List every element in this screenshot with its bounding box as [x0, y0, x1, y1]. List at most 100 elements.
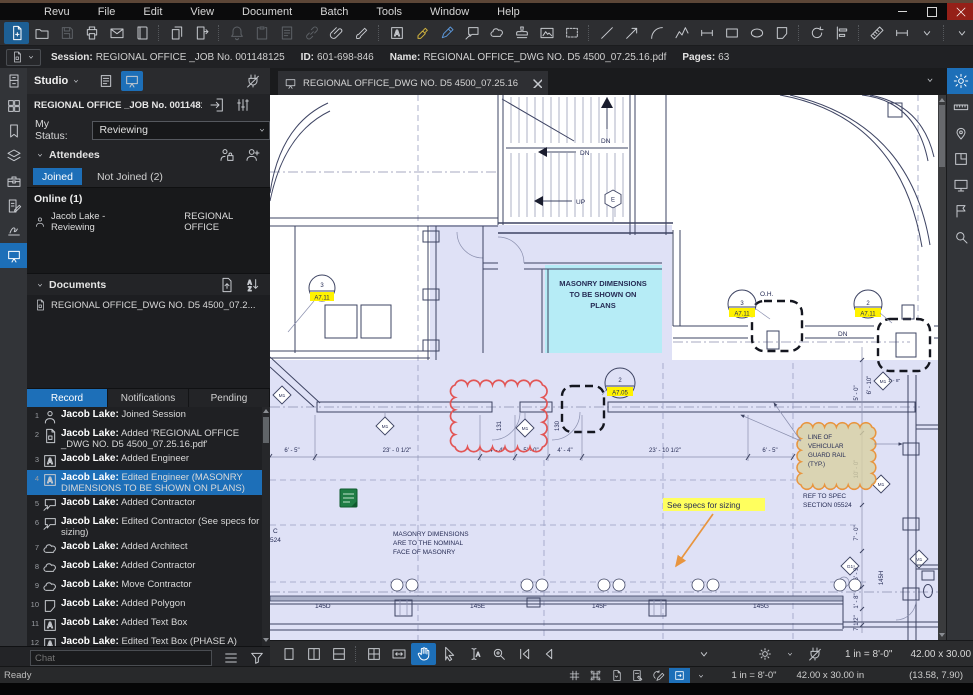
snap-angle-button[interactable]	[648, 668, 669, 683]
split-horizontal-button[interactable]	[326, 643, 351, 665]
arc-tool[interactable]	[644, 22, 669, 44]
minimize-button[interactable]	[887, 3, 917, 20]
record-row[interactable]: 3 Jacob Lake: Added Engineer	[27, 451, 262, 470]
note-markup[interactable]	[340, 489, 357, 507]
chat-input[interactable]	[30, 650, 212, 666]
menu-window[interactable]: Window	[416, 6, 483, 18]
toolbar-overflow-button[interactable]	[949, 22, 973, 44]
reuse-markup-button[interactable]	[669, 668, 690, 683]
print-button[interactable]	[79, 22, 104, 44]
menu-batch[interactable]: Batch	[306, 6, 362, 18]
viewer-page-size[interactable]: 42.00 x 30.00 in	[910, 649, 973, 660]
document-tab[interactable]: REGIONAL OFFICE_DWG NO. D5 4500_07.25.16	[278, 71, 548, 95]
single-page-button[interactable]	[276, 643, 301, 665]
tab-joined[interactable]: Joined	[33, 168, 82, 185]
toolbar-expand-button[interactable]	[914, 22, 939, 44]
attendee-row[interactable]: Jacob Lake - Reviewing REGIONAL OFFICE	[34, 211, 270, 233]
tab-list-button[interactable]	[924, 74, 936, 86]
viewer-vscrollbar[interactable]	[938, 95, 946, 640]
email-button[interactable]	[104, 22, 129, 44]
menu-tools[interactable]: Tools	[362, 6, 416, 18]
grid-toggle-button[interactable]	[564, 668, 585, 683]
sidebar-item-3d[interactable]	[947, 172, 973, 198]
record-row[interactable]: 8 Jacob Lake: Added Contractor	[27, 558, 262, 577]
leave-session-button[interactable]	[206, 95, 228, 115]
sidebar-item-search[interactable]	[947, 224, 973, 250]
chevron-down-icon[interactable]	[35, 280, 45, 290]
record-row[interactable]: 4 Jacob Lake: Edited Engineer (MASONRY D…	[27, 470, 262, 495]
record-row[interactable]: 9 Jacob Lake: Move Contractor	[27, 577, 262, 596]
sidebar-item-bookmarks[interactable]	[0, 118, 27, 143]
first-page-button[interactable]	[511, 643, 536, 665]
snapshot-tool[interactable]	[559, 22, 584, 44]
tab-not-joined[interactable]: Not Joined (2)	[88, 168, 172, 185]
record-row[interactable]: 12 Jacob Lake: Edited Text Box (PHASE A)	[27, 634, 262, 646]
record-row[interactable]: 10 Jacob Lake: Added Polygon	[27, 596, 262, 615]
fit-page-button[interactable]	[361, 643, 386, 665]
tab-notifications[interactable]: Notifications	[108, 389, 189, 407]
sidebar-item-flags[interactable]	[947, 198, 973, 224]
snap-doc-button[interactable]	[606, 668, 627, 683]
tab-record[interactable]: Record	[27, 389, 108, 407]
previous-page-button[interactable]	[536, 643, 561, 665]
rectangle-tool[interactable]	[719, 22, 744, 44]
attachment-button[interactable]	[324, 22, 349, 44]
viewer-scale[interactable]: 1 in = 8'-0"	[845, 649, 892, 660]
polygon-tool[interactable]	[769, 22, 794, 44]
zoom-tool-button[interactable]	[486, 643, 511, 665]
sidebar-item-properties[interactable]	[947, 68, 973, 94]
session-settings-button[interactable]	[232, 95, 254, 115]
menu-document[interactable]: Document	[228, 6, 306, 18]
sidebar-item-layers[interactable]	[0, 143, 27, 168]
text-box-tool[interactable]	[384, 22, 409, 44]
offline-indicator-button[interactable]	[242, 71, 264, 91]
select-tool-button[interactable]	[436, 643, 461, 665]
tab-pending[interactable]: Pending	[189, 389, 270, 407]
open-button[interactable]	[29, 22, 54, 44]
record-filter-button[interactable]	[246, 648, 268, 668]
record-row[interactable]: 6 Jacob Lake: Edited Contractor (See spe…	[27, 514, 262, 539]
disconnect-button[interactable]	[802, 643, 827, 665]
permissions-button[interactable]	[216, 145, 238, 165]
image-tool[interactable]	[534, 22, 559, 44]
sort-documents-button[interactable]	[242, 275, 264, 295]
alignment-tool[interactable]	[829, 22, 854, 44]
measure-tool[interactable]	[864, 22, 889, 44]
cloud-tool[interactable]	[484, 22, 509, 44]
callout-tool[interactable]	[459, 22, 484, 44]
chevron-down-icon[interactable]	[35, 150, 45, 160]
chevron-down-icon[interactable]	[71, 76, 81, 86]
active-session-button[interactable]	[121, 71, 143, 91]
insert-page-button[interactable]	[189, 22, 214, 44]
snap-markup-button[interactable]	[627, 668, 648, 683]
session-list-button[interactable]	[95, 71, 117, 91]
tab-close-button[interactable]	[532, 78, 542, 88]
form-button[interactable]	[274, 22, 299, 44]
sidebar-item-markups[interactable]	[0, 193, 27, 218]
save-button[interactable]	[54, 22, 79, 44]
record-row[interactable]: 2 Jacob Lake: Added 'REGIONAL OFFICE _DW…	[27, 426, 262, 451]
alerts-button[interactable]	[224, 22, 249, 44]
sidebar-item-places[interactable]	[947, 120, 973, 146]
highlighter-tool[interactable]	[409, 22, 434, 44]
ellipse-tool[interactable]	[744, 22, 769, 44]
arrow-tool[interactable]	[619, 22, 644, 44]
split-vertical-button[interactable]	[301, 643, 326, 665]
rotate-tool[interactable]	[804, 22, 829, 44]
add-document-button[interactable]	[216, 275, 238, 295]
sidebar-item-file-access[interactable]	[0, 68, 27, 93]
sidebar-item-signatures[interactable]	[0, 218, 27, 243]
calibrate-tool[interactable]	[889, 22, 914, 44]
select-text-button[interactable]	[461, 643, 486, 665]
dimension-tool[interactable]	[694, 22, 719, 44]
new-document-button[interactable]	[4, 22, 29, 44]
brightness-menu-button[interactable]	[777, 643, 802, 665]
invite-attendee-button[interactable]	[242, 145, 264, 165]
record-row[interactable]: 11 Jacob Lake: Added Text Box	[27, 615, 262, 634]
line-tool[interactable]	[594, 22, 619, 44]
fit-width-button[interactable]	[386, 643, 411, 665]
record-row[interactable]: 5 Jacob Lake: Added Contractor	[27, 495, 262, 514]
document-list-item[interactable]: REGIONAL OFFICE_DWG NO. D5 4500_07.2...	[27, 295, 270, 315]
sidebar-item-measurements[interactable]	[947, 94, 973, 120]
chat-options-button[interactable]	[220, 648, 242, 668]
